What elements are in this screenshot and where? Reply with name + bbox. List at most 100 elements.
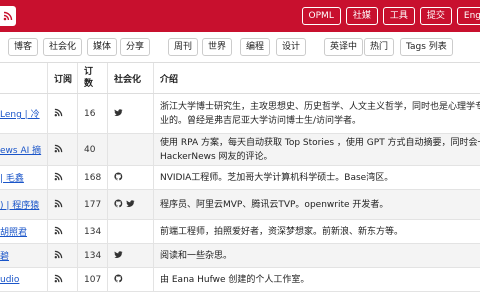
name-cell: 胡照君 [0,220,48,243]
count-cell: 177 [78,190,108,219]
description-line: HackerNews 网友的评论。 [160,151,273,162]
rss-logo-glyph [3,11,13,21]
subscribe-cell [48,134,78,165]
filter-bar: 博客 社会化 媒体 分享 周刊 世界 编程 设计 英译中 热门 Tags 列表 [0,36,480,58]
table-row: udio 107 由 Eana Hufwe 创建的个人工作室。 [0,268,480,292]
table-row: | 毛鑫 168 NVIDIA工程师。芝加哥大学计算机科学硕士。Base湾区。 [0,166,480,190]
filter-design[interactable]: 设计 [276,38,307,56]
subscriber-count: 134 [84,226,102,237]
name-cell: Leng | 冷 [0,94,48,133]
subscribe-cell [48,268,78,291]
english-button[interactable]: Eng [456,7,480,25]
table-row: ews AI 摘 40 使用 RPA 方案，每天自动获取 Top Stories ，… [0,134,480,166]
description-cell: 前端工程师，拍照爱好者，资深梦想家。前新浪、新东方等。 [154,220,480,243]
table-row: Leng | 冷 16 浙江大学博士研究生，主攻思想史、历史哲学、人文主义哲学，同时… [0,94,480,134]
top-bar: OPML 社媒 工具 提交 Eng [0,0,480,32]
rss-icon[interactable] [54,250,63,262]
feed-name-link[interactable]: ews AI 摘 [0,143,41,156]
github-icon[interactable] [114,171,123,184]
name-cell: | 毛鑫 [0,166,48,189]
count-cell: 40 [78,134,108,165]
rss-icon[interactable] [54,199,63,211]
subscriber-count: 168 [84,172,102,183]
rss-icon[interactable] [54,144,63,156]
description-line: 浙江大学博士研究生，主攻思想史、历史哲学、人文主义哲学，同时也是心理学专 [160,101,480,112]
header-name [0,63,48,93]
header-social: 社会化 [108,63,154,93]
twitter-icon[interactable] [114,250,123,262]
count-cell: 134 [78,244,108,267]
rss-icon[interactable] [54,274,63,286]
subscriber-count: 16 [84,108,96,119]
rss-icon[interactable] [54,172,63,184]
description-line: 前端工程师，拍照爱好者，资深梦想家。前新浪、新东方等。 [160,226,404,237]
rss-icon[interactable] [54,226,63,238]
description-cell: 浙江大学博士研究生，主攻思想史、历史哲学、人文主义哲学，同时也是心理学专 业的。曾… [154,94,480,133]
social-cell [108,166,154,189]
description-cell: 程序员、阿里云MVP、腾讯云TVP。openwrite 开发者。 [154,190,480,219]
feed-name-link[interactable]: Leng | 冷 [0,107,40,120]
name-cell: ews AI 摘 [0,134,48,165]
description-cell: 阅读和一些杂思。 [154,244,480,267]
table-row: 碧 134 阅读和一些杂思。 [0,244,480,268]
social-cell [108,268,154,291]
top-nav: OPML 社媒 工具 提交 Eng [301,7,480,25]
view-translate[interactable]: 英译中 [324,38,364,56]
feed-name-link[interactable]: | 毛鑫 [0,171,24,184]
count-cell: 107 [78,268,108,291]
social-media-button[interactable]: 社媒 [345,7,378,25]
twitter-icon[interactable] [114,108,123,120]
filter-share[interactable]: 分享 [120,38,151,56]
github-icon[interactable] [114,198,123,211]
count-cell: 16 [78,94,108,133]
description-line: NVIDIA工程师。芝加哥大学计算机科学硕士。Base湾区。 [160,172,394,183]
opml-button[interactable]: OPML [301,7,341,25]
rss-icon[interactable] [0,6,16,26]
twitter-icon[interactable] [126,199,135,211]
filter-media[interactable]: 媒体 [87,38,118,56]
name-cell: udio [0,268,48,291]
github-icon[interactable] [114,273,123,286]
header-intro: 介绍 [160,74,179,85]
subscriber-count: 177 [84,199,102,210]
table-header: 订阅 订 数 社会化 介绍 [0,62,480,94]
view-popular[interactable]: 热门 [364,38,395,56]
feed-name-link[interactable]: ) | 程序猿 [0,198,39,211]
subscribe-cell [48,166,78,189]
feed-name-link[interactable]: 胡照君 [0,225,27,238]
filter-weekly[interactable]: 周刊 [168,38,199,56]
description-cell: NVIDIA工程师。芝加哥大学计算机科学硕士。Base湾区。 [154,166,480,189]
count-cell: 134 [78,220,108,243]
description-line: 使用 RPA 方案，每天自动获取 Top Stories ，使用 GPT 方式自… [160,137,480,148]
filter-blog[interactable]: 博客 [8,38,39,56]
header-count: 订 数 [78,63,108,93]
subscribe-cell [48,94,78,133]
social-cell [108,244,154,267]
count-cell: 168 [78,166,108,189]
filter-world[interactable]: 世界 [202,38,233,56]
subscriber-count: 40 [84,144,96,155]
filter-social[interactable]: 社会化 [43,38,83,56]
feed-name-link[interactable]: 碧 [0,249,9,262]
feed-name-link[interactable]: udio [0,275,19,285]
description-cell: 由 Eana Hufwe 创建的个人工作室。 [154,268,480,291]
social-cell [108,134,154,165]
description-line: 由 Eana Hufwe 创建的个人工作室。 [160,274,310,285]
subscriber-count: 107 [84,274,102,285]
table-row: 胡照君 134 前端工程师，拍照爱好者，资深梦想家。前新浪、新东方等。 [0,220,480,244]
header-count-label: 订 数 [84,67,94,89]
view-tags[interactable]: Tags 列表 [400,38,453,56]
filter-programming[interactable]: 编程 [240,38,271,56]
subscribe-cell [48,244,78,267]
subscriber-count: 134 [84,250,102,261]
submit-button[interactable]: 提交 [419,7,452,25]
rss-icon[interactable] [54,108,63,120]
header-subscribe: 订阅 [48,63,78,93]
description-line: 程序员、阿里云MVP、腾讯云TVP。openwrite 开发者。 [160,199,389,210]
description-cell: 使用 RPA 方案，每天自动获取 Top Stories ，使用 GPT 方式自… [154,134,480,165]
description-line: 阅读和一些杂思。 [160,250,233,261]
tools-button[interactable]: 工具 [382,7,415,25]
table-row: ) | 程序猿 177 程序员、阿里云MVP、腾讯云TVP。openwrite 开发… [0,190,480,220]
description-line: 业的。曾经是弗吉尼亚大学访问博士生/访问学者。 [160,115,362,126]
social-cell [108,220,154,243]
